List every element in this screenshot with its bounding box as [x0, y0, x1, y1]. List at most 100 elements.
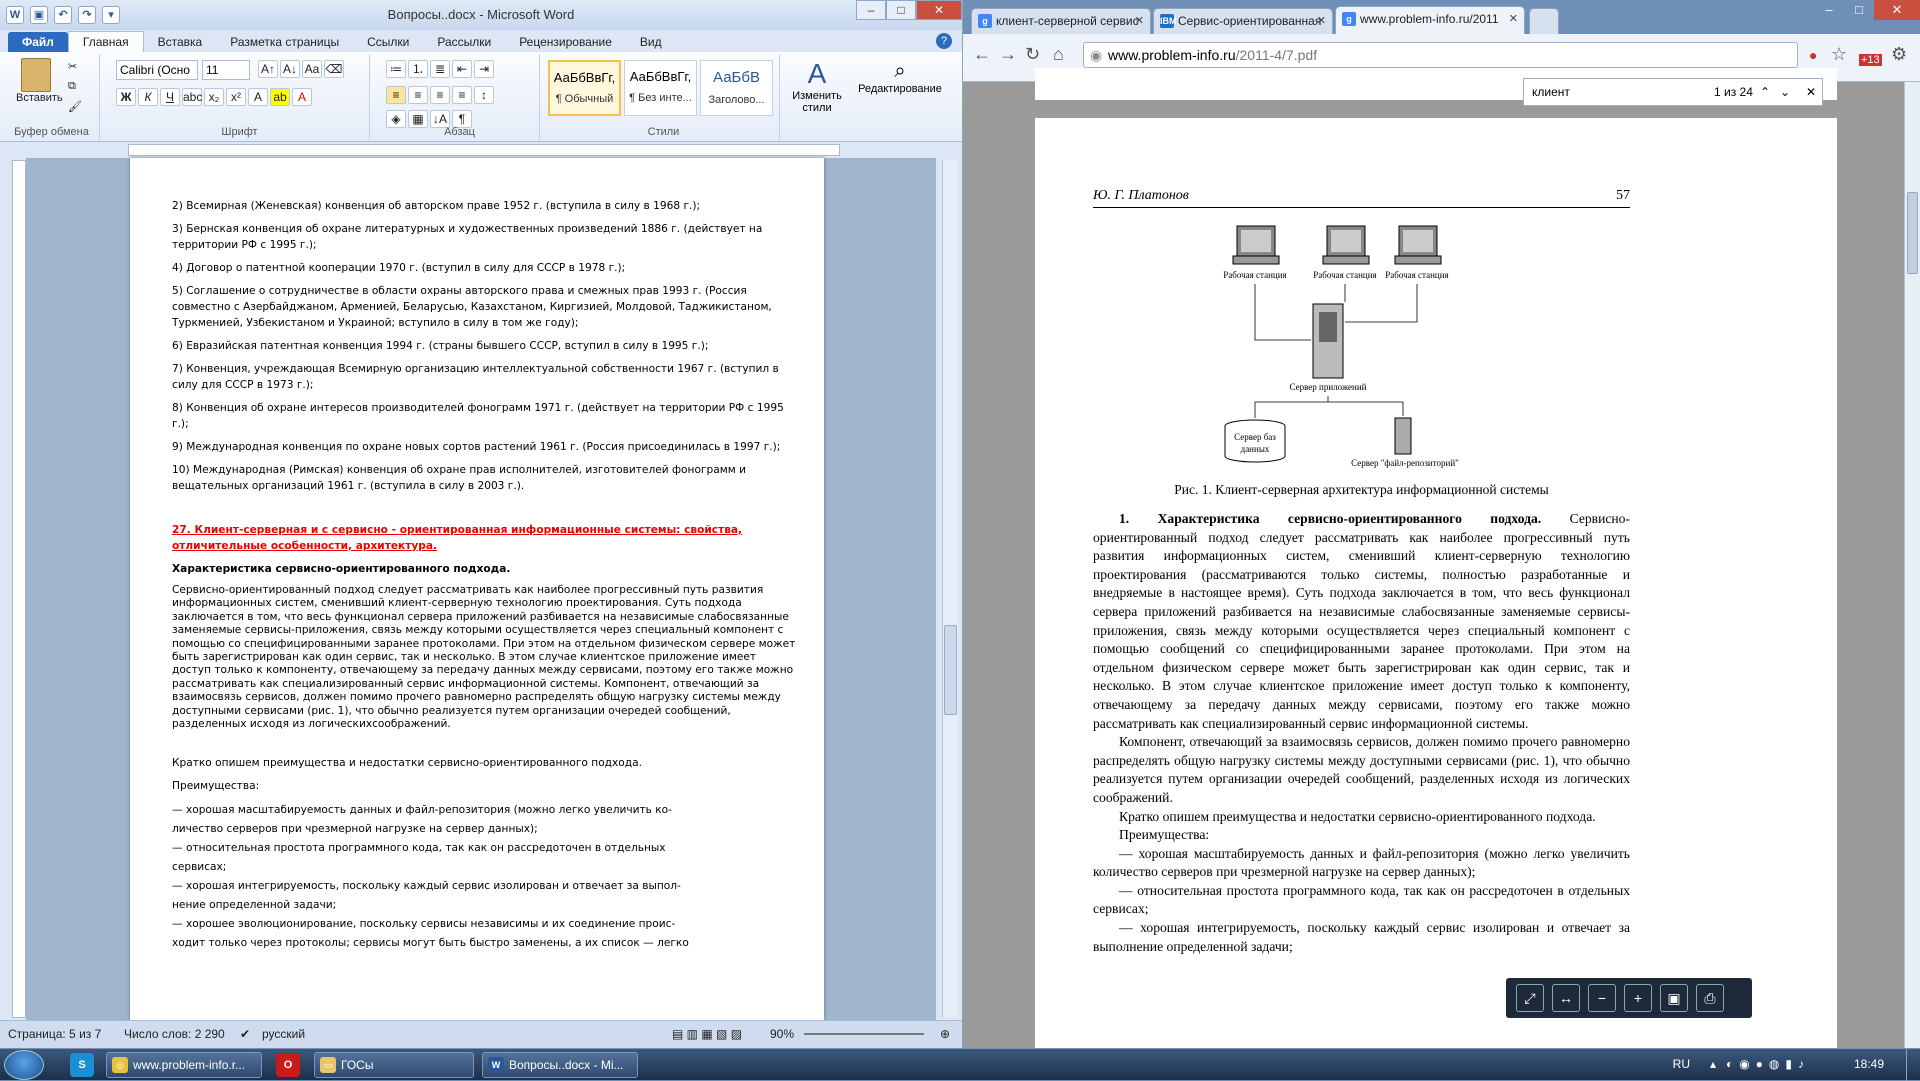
proofing-icon[interactable]: ✔: [240, 1027, 250, 1041]
taskbar: S ◎ www.problem-info.r... O ▭ ГОСы W Вопрос…: [0, 1048, 1920, 1081]
reload-icon[interactable]: ↻: [1025, 44, 1040, 65]
grow-font-icon[interactable]: A↑ A↓ Aa ⌫: [258, 60, 346, 78]
format-painter-icon[interactable]: 🖌: [68, 100, 82, 113]
opera-icon[interactable]: O: [276, 1053, 300, 1077]
address-bar[interactable]: ◉ www.problem-info.ru/2011-4/7.pdf: [1083, 42, 1798, 68]
find-input[interactable]: клиент: [1532, 85, 1570, 99]
zoom-level[interactable]: 90%: [770, 1027, 794, 1041]
paste-button[interactable]: Вставить: [16, 58, 63, 104]
style-heading[interactable]: АаБбВ Заголово...: [700, 60, 773, 116]
fit-page-icon[interactable]: ⤢: [1516, 984, 1544, 1012]
print-icon[interactable]: ⎙: [1696, 984, 1724, 1012]
text-effects-icon[interactable]: A: [248, 88, 268, 106]
show-desktop-button[interactable]: [1906, 1049, 1920, 1081]
tab-mailings[interactable]: Рассылки: [423, 32, 505, 52]
bold-button[interactable]: Ж: [116, 88, 136, 106]
line-spacing-icon[interactable]: ↕: [474, 86, 494, 104]
minimize-button[interactable]: –: [856, 0, 886, 20]
indent-icon[interactable]: ⇤: [452, 60, 472, 78]
find-prev-icon[interactable]: ⌃: [1760, 79, 1770, 105]
cut-icon[interactable]: ✂: [68, 60, 77, 73]
clock[interactable]: 18:49: [1854, 1057, 1884, 1071]
close-button[interactable]: ✕: [916, 0, 962, 20]
align-center-icon[interactable]: ≡: [408, 86, 428, 104]
find-next-icon[interactable]: ⌄: [1780, 79, 1790, 105]
editing-button[interactable]: ⌕ Редактирование: [850, 54, 950, 140]
superscript-button[interactable]: x²: [226, 88, 246, 106]
font-color-icon[interactable]: A: [292, 88, 312, 106]
adblock-icon[interactable]: ●: [1809, 47, 1817, 63]
skype-icon[interactable]: S: [70, 1053, 94, 1077]
tab-review[interactable]: Рецензирование: [505, 32, 626, 52]
change-styles-button[interactable]: A Изменить стили: [784, 54, 850, 140]
taskbar-item-word[interactable]: W Вопросы..docx - Mi...: [482, 1052, 638, 1078]
multilevel-icon[interactable]: ≣: [430, 60, 450, 78]
tray-arrow-icon[interactable]: ▴: [1710, 1057, 1716, 1071]
align-right-icon[interactable]: ≡: [430, 86, 450, 104]
highlight-icon[interactable]: ab: [270, 88, 290, 106]
home-icon[interactable]: ⌂: [1053, 44, 1064, 65]
vertical-scrollbar[interactable]: [942, 160, 958, 1018]
help-icon[interactable]: ?: [936, 33, 952, 49]
language-indicator[interactable]: RU: [1673, 1057, 1690, 1071]
font-size-select[interactable]: 11: [202, 60, 250, 80]
strike-button[interactable]: abc: [182, 88, 202, 106]
close-icon[interactable]: ✕: [1135, 14, 1144, 27]
browser-tab-active[interactable]: g www.problem-info.ru/2011 ✕: [1335, 6, 1525, 34]
copy-icon[interactable]: ⧉: [68, 80, 76, 93]
language[interactable]: русский: [262, 1027, 305, 1041]
close-button[interactable]: ✕: [1874, 0, 1920, 20]
zoom-slider[interactable]: [804, 1033, 924, 1035]
italic-button[interactable]: К: [138, 88, 158, 106]
back-icon[interactable]: ←: [973, 44, 991, 65]
pdf-scrollbar[interactable]: [1904, 82, 1920, 1048]
find-close-icon[interactable]: ✕: [1806, 79, 1816, 105]
tab-file[interactable]: Файл: [8, 32, 68, 52]
bookmark-star-icon[interactable]: ☆: [1831, 44, 1847, 65]
bullets-icon[interactable]: ≔: [386, 60, 406, 78]
browser-tab[interactable]: g клиент-серверной сервис ✕: [971, 8, 1151, 34]
forward-icon[interactable]: →: [999, 44, 1017, 65]
zoom-in-icon[interactable]: +: [1624, 984, 1652, 1012]
taskbar-item-folder[interactable]: ▭ ГОСы: [314, 1052, 474, 1078]
minimize-button[interactable]: –: [1814, 0, 1844, 20]
new-tab-button[interactable]: [1529, 8, 1559, 34]
zoom-out-icon[interactable]: −: [1588, 984, 1616, 1012]
justify-icon[interactable]: ≡: [452, 86, 472, 104]
style-no-spacing[interactable]: АаБбВвГг, ¶ Без инте...: [624, 60, 697, 116]
find-bar[interactable]: клиент 1 из 24 ⌃ ⌄ ✕: [1523, 78, 1823, 106]
view-buttons[interactable]: ▤ ▥ ▦ ▧ ▨: [672, 1027, 742, 1041]
browser-tab[interactable]: IBM Сервис-ориентированная ✕: [1153, 8, 1333, 34]
taskbar-item-chrome[interactable]: ◎ www.problem-info.r...: [106, 1052, 262, 1078]
extension-badge[interactable]: +13: [1859, 54, 1882, 66]
tab-layout[interactable]: Разметка страницы: [216, 32, 353, 52]
tab-references[interactable]: Ссылки: [353, 32, 423, 52]
outdent-icon[interactable]: ⇥: [474, 60, 494, 78]
maximize-button[interactable]: □: [886, 0, 916, 20]
style-normal[interactable]: АаБбВвГг, ¶ Обычный: [548, 60, 621, 116]
page-count[interactable]: Страница: 5 из 7: [8, 1027, 101, 1041]
font-name-select[interactable]: Calibri (Осно: [116, 60, 198, 80]
close-icon[interactable]: ✕: [1509, 12, 1518, 25]
close-icon[interactable]: ✕: [1317, 14, 1326, 27]
pdf-page[interactable]: Ю. Г. Платонов 57 Рабочая станция Рабоча…: [1035, 118, 1837, 1048]
zoom-in-icon[interactable]: ⊕: [940, 1027, 950, 1041]
subscript-button[interactable]: x₂: [204, 88, 224, 106]
pdf-scroll-thumb[interactable]: [1907, 192, 1918, 274]
tab-insert[interactable]: Вставка: [144, 32, 217, 52]
underline-button[interactable]: Ч: [160, 88, 180, 106]
tab-home[interactable]: Главная: [67, 31, 144, 52]
maximize-button[interactable]: □: [1844, 0, 1874, 20]
tray-icons[interactable]: ◐◉●◍▮♪: [1726, 1057, 1810, 1071]
scroll-thumb[interactable]: [944, 625, 957, 715]
word-count[interactable]: Число слов: 2 290: [124, 1027, 225, 1041]
fit-width-icon[interactable]: ↔: [1552, 984, 1580, 1012]
document-page[interactable]: 2) Всемирная (Женевская) конвенция об ав…: [130, 158, 824, 1020]
horizontal-ruler[interactable]: [0, 142, 962, 158]
align-left-icon[interactable]: ≡: [386, 86, 406, 104]
numbering-icon[interactable]: ⒈: [408, 60, 428, 78]
tab-view[interactable]: Вид: [626, 32, 676, 52]
save-icon[interactable]: ▣: [1660, 984, 1688, 1012]
start-button[interactable]: [4, 1050, 44, 1080]
wrench-icon[interactable]: ⚙: [1891, 44, 1907, 65]
